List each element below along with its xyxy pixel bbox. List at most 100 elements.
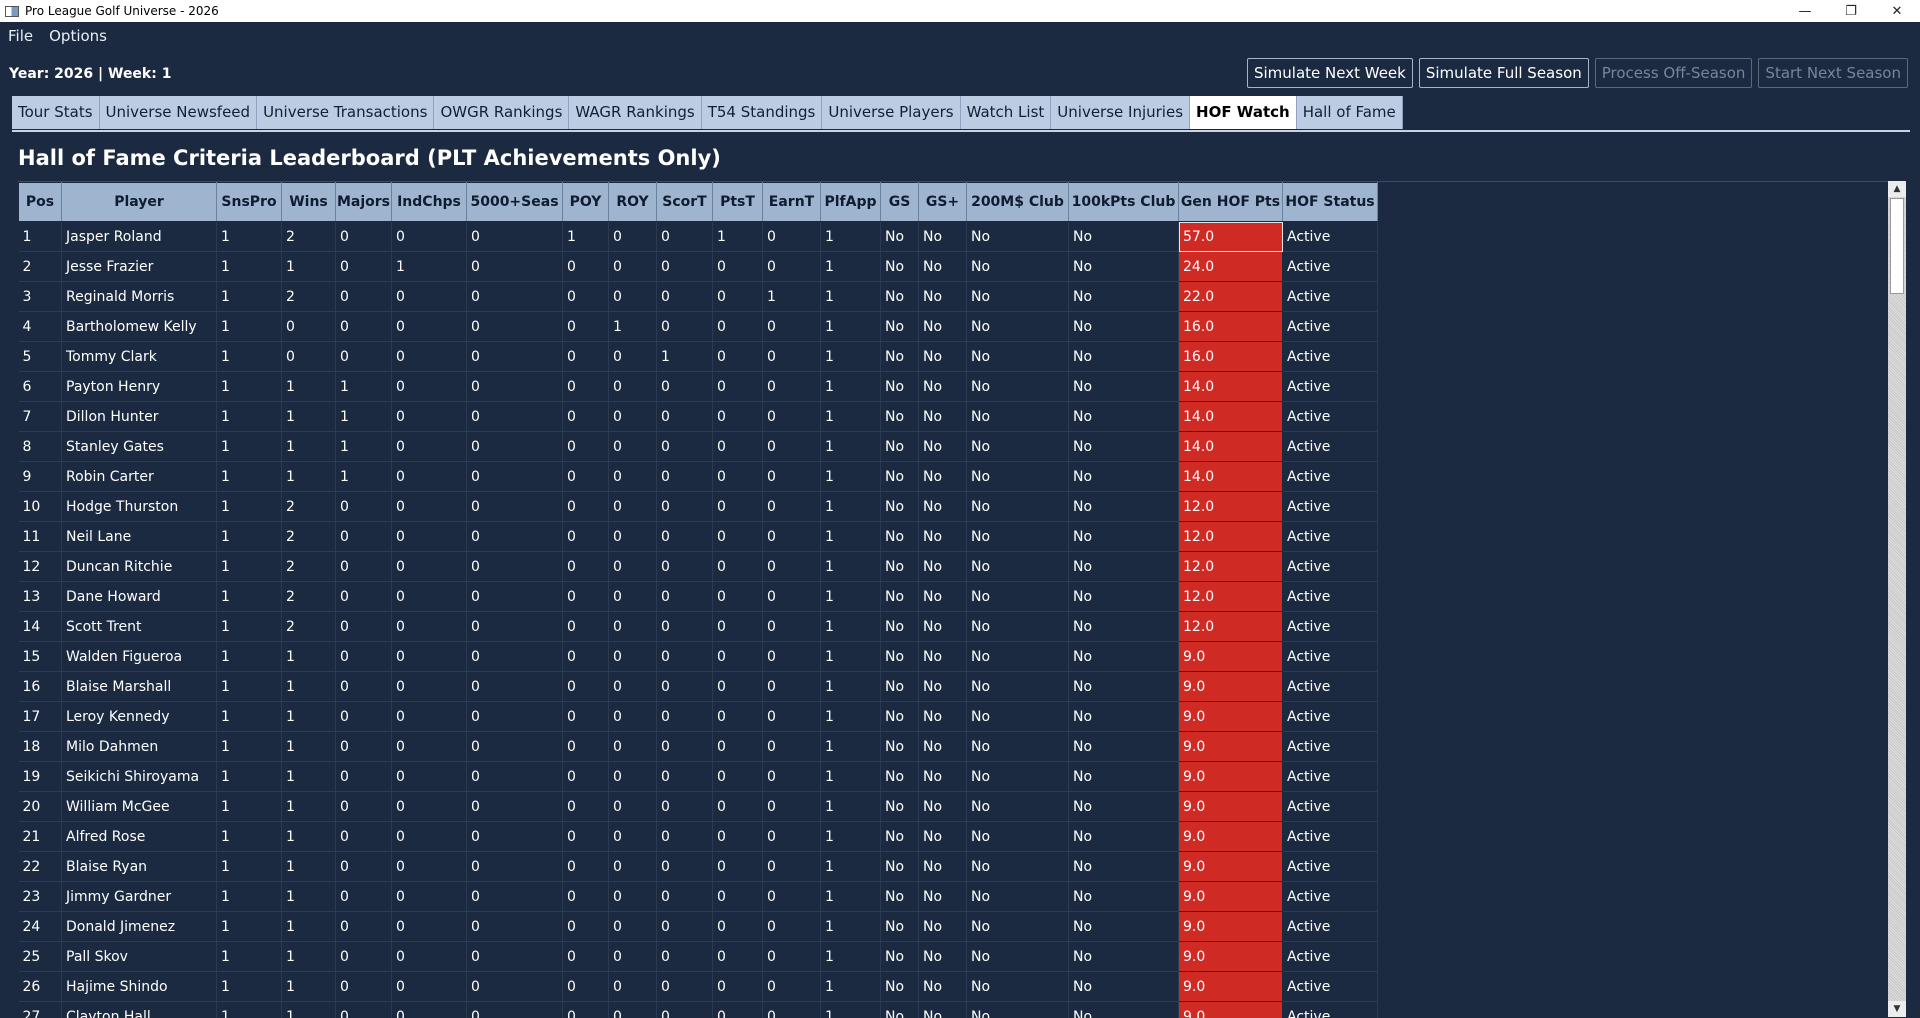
- minimize-button[interactable]: —: [1782, 0, 1828, 22]
- column-header[interactable]: Gen HOF Pts: [1179, 183, 1283, 222]
- column-header[interactable]: 5000+Seas: [467, 183, 563, 222]
- table-row[interactable]: 4Bartholomew Kelly10000010001NoNoNoNo16.…: [19, 312, 1378, 342]
- table-row[interactable]: 12Duncan Ritchie12000000001NoNoNoNo12.0A…: [19, 552, 1378, 582]
- table-cell: 0: [609, 882, 657, 912]
- table-cell: 0: [713, 252, 763, 282]
- table-cell: 1: [282, 642, 336, 672]
- table-row[interactable]: 6Payton Henry11100000001NoNoNoNo14.0Acti…: [19, 372, 1378, 402]
- table-cell: No: [1069, 492, 1179, 522]
- table-cell: 0: [763, 672, 821, 702]
- tab-owgr-rankings[interactable]: OWGR Rankings: [434, 96, 569, 129]
- menu-options[interactable]: Options: [41, 27, 115, 45]
- hof-leaderboard-grid[interactable]: PosPlayerSnsProWinsMajorsIndChps5000+Sea…: [18, 181, 1902, 1018]
- start-next-season-button[interactable]: Start Next Season: [1758, 58, 1908, 88]
- table-row[interactable]: 21Alfred Rose11000000001NoNoNoNo9.0Activ…: [19, 822, 1378, 852]
- tab-t54-standings[interactable]: T54 Standings: [702, 96, 823, 129]
- table-cell: 3: [19, 282, 62, 312]
- table-row[interactable]: 9Robin Carter11100000001NoNoNoNo14.0Acti…: [19, 462, 1378, 492]
- scroll-up-icon[interactable]: ▲: [1888, 181, 1906, 197]
- table-row[interactable]: 26Hajime Shindo11000000001NoNoNoNo9.0Act…: [19, 972, 1378, 1002]
- vertical-scrollbar[interactable]: ▲ ▼: [1888, 181, 1906, 1017]
- table-cell: 8: [19, 432, 62, 462]
- column-header[interactable]: Majors: [336, 183, 392, 222]
- table-row[interactable]: 2Jesse Frazier11010000001NoNoNoNo24.0Act…: [19, 252, 1378, 282]
- simulate-next-week-button[interactable]: Simulate Next Week: [1247, 58, 1413, 88]
- column-header[interactable]: PlfApp: [821, 183, 881, 222]
- table-row[interactable]: 3Reginald Morris12000000011NoNoNoNo22.0A…: [19, 282, 1378, 312]
- table-row[interactable]: 16Blaise Marshall11000000001NoNoNoNo9.0A…: [19, 672, 1378, 702]
- column-header[interactable]: ROY: [609, 183, 657, 222]
- tab-universe-transactions[interactable]: Universe Transactions: [257, 96, 434, 129]
- table-cell: No: [919, 462, 967, 492]
- scroll-down-icon[interactable]: ▼: [1888, 1001, 1906, 1017]
- table-cell: Active: [1283, 882, 1378, 912]
- table-cell: 0: [392, 732, 467, 762]
- table-row[interactable]: 22Blaise Ryan11000000001NoNoNoNo9.0Activ…: [19, 852, 1378, 882]
- table-row[interactable]: 20William McGee11000000001NoNoNoNo9.0Act…: [19, 792, 1378, 822]
- column-header[interactable]: HOF Status: [1283, 183, 1378, 222]
- table-cell: 0: [609, 852, 657, 882]
- table-cell: 0: [713, 552, 763, 582]
- table-row[interactable]: 17Leroy Kennedy11000000001NoNoNoNo9.0Act…: [19, 702, 1378, 732]
- column-header[interactable]: 200M$ Club: [967, 183, 1069, 222]
- table-row[interactable]: 1Jasper Roland12000100101NoNoNoNo57.0Act…: [19, 222, 1378, 252]
- column-header[interactable]: GS: [881, 183, 919, 222]
- table-row[interactable]: 8Stanley Gates11100000001NoNoNoNo14.0Act…: [19, 432, 1378, 462]
- table-row[interactable]: 14Scott Trent12000000001NoNoNoNo12.0Acti…: [19, 612, 1378, 642]
- table-cell: 0: [763, 372, 821, 402]
- tab-tour-stats[interactable]: Tour Stats: [12, 96, 100, 129]
- table-cell: 0: [657, 312, 713, 342]
- scroll-thumb[interactable]: [1890, 198, 1904, 294]
- column-header[interactable]: IndChps: [392, 183, 467, 222]
- table-row[interactable]: 15Walden Figueroa11000000001NoNoNoNo9.0A…: [19, 642, 1378, 672]
- table-cell: 0: [563, 822, 609, 852]
- table-cell: 1: [217, 852, 282, 882]
- table-row[interactable]: 19Seikichi Shiroyama11000000001NoNoNoNo9…: [19, 762, 1378, 792]
- table-cell: No: [967, 222, 1069, 252]
- table-row[interactable]: 24Donald Jimenez11000000001NoNoNoNo9.0Ac…: [19, 912, 1378, 942]
- table-cell: 0: [392, 522, 467, 552]
- table-cell: 0: [563, 792, 609, 822]
- table-row[interactable]: 10Hodge Thurston12000000001NoNoNoNo12.0A…: [19, 492, 1378, 522]
- table-cell: 0: [563, 942, 609, 972]
- table-cell: 0: [713, 702, 763, 732]
- menu-file[interactable]: File: [0, 27, 41, 45]
- table-row[interactable]: 7Dillon Hunter11100000001NoNoNoNo14.0Act…: [19, 402, 1378, 432]
- table-row[interactable]: 5Tommy Clark10000001001NoNoNoNo16.0Activ…: [19, 342, 1378, 372]
- column-header[interactable]: PtsT: [713, 183, 763, 222]
- table-cell: No: [967, 822, 1069, 852]
- table-cell: 0: [713, 882, 763, 912]
- column-header[interactable]: POY: [563, 183, 609, 222]
- table-row[interactable]: 23Jimmy Gardner11000000001NoNoNoNo9.0Act…: [19, 882, 1378, 912]
- tab-watch-list[interactable]: Watch List: [961, 96, 1052, 129]
- tab-universe-newsfeed[interactable]: Universe Newsfeed: [100, 96, 258, 129]
- column-header[interactable]: Pos: [19, 183, 62, 222]
- table-cell: 0: [392, 702, 467, 732]
- tab-wagr-rankings[interactable]: WAGR Rankings: [569, 96, 701, 129]
- column-header[interactable]: SnsPro: [217, 183, 282, 222]
- column-header[interactable]: ScorT: [657, 183, 713, 222]
- table-cell: 16: [19, 672, 62, 702]
- table-row[interactable]: 27Clayton Hall11000000001NoNoNoNo9.0Acti…: [19, 1002, 1378, 1018]
- table-cell: 1: [217, 282, 282, 312]
- process-off-season-button[interactable]: Process Off-Season: [1595, 58, 1753, 88]
- table-cell: 0: [392, 672, 467, 702]
- maximize-button[interactable]: ❐: [1828, 0, 1874, 22]
- table-row[interactable]: 25Pall Skov11000000001NoNoNoNo9.0Active: [19, 942, 1378, 972]
- column-header[interactable]: Player: [62, 183, 217, 222]
- simulate-full-season-button[interactable]: Simulate Full Season: [1419, 58, 1589, 88]
- column-header[interactable]: 100kPts Club: [1069, 183, 1179, 222]
- tab-universe-injuries[interactable]: Universe Injuries: [1051, 96, 1190, 129]
- table-row[interactable]: 18Milo Dahmen11000000001NoNoNoNo9.0Activ…: [19, 732, 1378, 762]
- close-button[interactable]: ✕: [1874, 0, 1920, 22]
- tab-universe-players[interactable]: Universe Players: [822, 96, 960, 129]
- tab-hall-of-fame[interactable]: Hall of Fame: [1297, 96, 1403, 129]
- column-header[interactable]: EarnT: [763, 183, 821, 222]
- column-header[interactable]: Wins: [282, 183, 336, 222]
- column-header[interactable]: GS+: [919, 183, 967, 222]
- table-row[interactable]: 11Neil Lane12000000001NoNoNoNo12.0Active: [19, 522, 1378, 552]
- table-cell: 1: [821, 552, 881, 582]
- tab-hof-watch[interactable]: HOF Watch: [1190, 96, 1297, 129]
- table-cell: No: [1069, 612, 1179, 642]
- table-row[interactable]: 13Dane Howard12000000001NoNoNoNo12.0Acti…: [19, 582, 1378, 612]
